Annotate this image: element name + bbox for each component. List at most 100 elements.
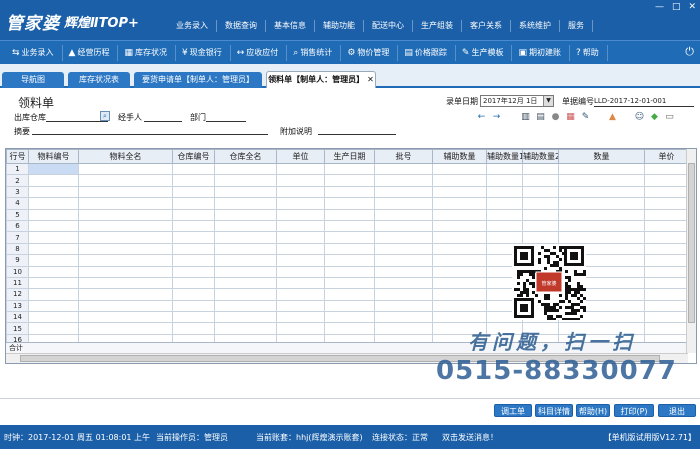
user-icon[interactable]: ☺: [634, 112, 645, 123]
row-number[interactable]: 3: [6, 185, 29, 199]
table-row[interactable]: 7: [6, 231, 689, 244]
search-icon[interactable]: ⌕: [100, 111, 110, 121]
grid-cell[interactable]: [172, 197, 215, 210]
grid-cell[interactable]: [172, 219, 215, 233]
grid-cell[interactable]: [644, 322, 689, 335]
print-button[interactable]: 打印(P): [614, 404, 654, 417]
grid-cell[interactable]: [28, 265, 79, 278]
row-number[interactable]: 2: [6, 174, 29, 187]
col-header[interactable]: 辅助数量: [432, 149, 487, 164]
grid-cell[interactable]: [558, 185, 645, 199]
grid-cell[interactable]: [214, 174, 277, 187]
toolbar-receivable[interactable]: ↔ 应收应付: [231, 44, 288, 61]
row-number[interactable]: 4: [6, 197, 29, 210]
row-number[interactable]: 11: [6, 276, 29, 290]
toolbar-sales-stats[interactable]: ⌕ 销售统计: [287, 44, 342, 61]
grid-cell[interactable]: [374, 219, 433, 233]
grid-cell[interactable]: [644, 197, 689, 210]
power-icon[interactable]: ⏻: [685, 45, 694, 59]
table-row[interactable]: 5: [6, 208, 689, 221]
grid-cell[interactable]: [432, 208, 487, 221]
dept-input[interactable]: [206, 112, 246, 122]
grid-cell[interactable]: [172, 254, 215, 267]
grid-cell[interactable]: [644, 174, 689, 187]
grid-cell[interactable]: [172, 311, 215, 324]
grid-cell[interactable]: [486, 197, 523, 210]
grid-cell[interactable]: [214, 231, 277, 244]
help-button[interactable]: 帮助(H): [576, 404, 610, 417]
table-row[interactable]: 10: [6, 265, 689, 278]
grid-cell[interactable]: [28, 208, 79, 221]
grid-cell[interactable]: [522, 219, 559, 233]
grid-cell[interactable]: [644, 254, 689, 267]
menu-item-aux[interactable]: 辅助功能: [315, 20, 364, 32]
grid-cell[interactable]: [374, 288, 433, 301]
menu-item-system[interactable]: 系统维护: [511, 20, 560, 32]
grid-cell[interactable]: [324, 219, 375, 233]
grid-cell[interactable]: [78, 162, 173, 176]
table-row[interactable]: 13: [6, 299, 689, 313]
tab-navigation[interactable]: 导航图: [2, 72, 64, 88]
grid-cell[interactable]: [214, 219, 277, 233]
grid-cell[interactable]: [78, 311, 173, 324]
grid-cell[interactable]: [432, 276, 487, 290]
col-header[interactable]: 行号: [6, 149, 29, 164]
grid-cell[interactable]: [374, 265, 433, 278]
table-row[interactable]: 8: [6, 242, 689, 256]
col-header[interactable]: 辅助数量2: [522, 149, 559, 164]
table-row[interactable]: 9: [6, 254, 689, 267]
col-header[interactable]: 辅助数量1: [486, 149, 523, 164]
grid-cell[interactable]: [78, 265, 173, 278]
grid-cell[interactable]: [486, 219, 523, 233]
grid-cell[interactable]: [78, 197, 173, 210]
row-number[interactable]: 9: [6, 254, 29, 267]
row-number[interactable]: 15: [6, 322, 29, 335]
grid-cell[interactable]: [276, 276, 325, 290]
menu-item-service[interactable]: 服务: [560, 20, 593, 32]
row-number[interactable]: 14: [6, 311, 29, 324]
grid-cell[interactable]: [78, 254, 173, 267]
table-row[interactable]: 14: [6, 311, 689, 324]
grid-cell[interactable]: [374, 299, 433, 313]
col-header[interactable]: 物料全名: [78, 149, 173, 164]
grid-cell[interactable]: [324, 276, 375, 290]
grid-cell[interactable]: [78, 242, 173, 256]
grid-cell[interactable]: [214, 299, 277, 313]
grid-cell[interactable]: [558, 197, 645, 210]
grid-cell[interactable]: [276, 208, 325, 221]
menu-item-crm[interactable]: 客户关系: [462, 20, 511, 32]
grid-cell[interactable]: [28, 174, 79, 187]
grid-cell[interactable]: [324, 231, 375, 244]
grid-cell[interactable]: [644, 208, 689, 221]
grid-cell[interactable]: [28, 254, 79, 267]
grid-cell[interactable]: [522, 208, 559, 221]
grid-cell[interactable]: [324, 242, 375, 256]
grid-cell[interactable]: [172, 322, 215, 335]
grid-cell[interactable]: [374, 276, 433, 290]
row-number[interactable]: 7: [6, 231, 29, 244]
arrow-right-icon[interactable]: →: [491, 112, 502, 123]
disc-icon[interactable]: ●: [550, 112, 561, 123]
grid-cell[interactable]: [28, 231, 79, 244]
grid-cell[interactable]: [214, 311, 277, 324]
grid-cell[interactable]: [78, 299, 173, 313]
grid-cell[interactable]: [276, 219, 325, 233]
grid-cell[interactable]: [644, 185, 689, 199]
grid-cell[interactable]: [78, 174, 173, 187]
grid-cell[interactable]: [276, 242, 325, 256]
row-number[interactable]: 12: [6, 288, 29, 301]
table-row[interactable]: 3: [6, 185, 689, 199]
grid-cell[interactable]: [522, 174, 559, 187]
grid-cell[interactable]: [276, 197, 325, 210]
scroll-thumb[interactable]: [688, 163, 695, 323]
toolbar-price-track[interactable]: ▤ 价格跟踪: [398, 44, 456, 61]
row-number[interactable]: 8: [6, 242, 29, 256]
grid-cell[interactable]: [522, 162, 559, 176]
row-number[interactable]: 13: [6, 299, 29, 313]
grid-cell[interactable]: [432, 288, 487, 301]
grid-cell[interactable]: [78, 219, 173, 233]
grid-cell[interactable]: [644, 265, 689, 278]
grid-cell[interactable]: [374, 185, 433, 199]
row-number[interactable]: 1: [6, 162, 29, 176]
close-icon[interactable]: ✕: [688, 2, 696, 12]
